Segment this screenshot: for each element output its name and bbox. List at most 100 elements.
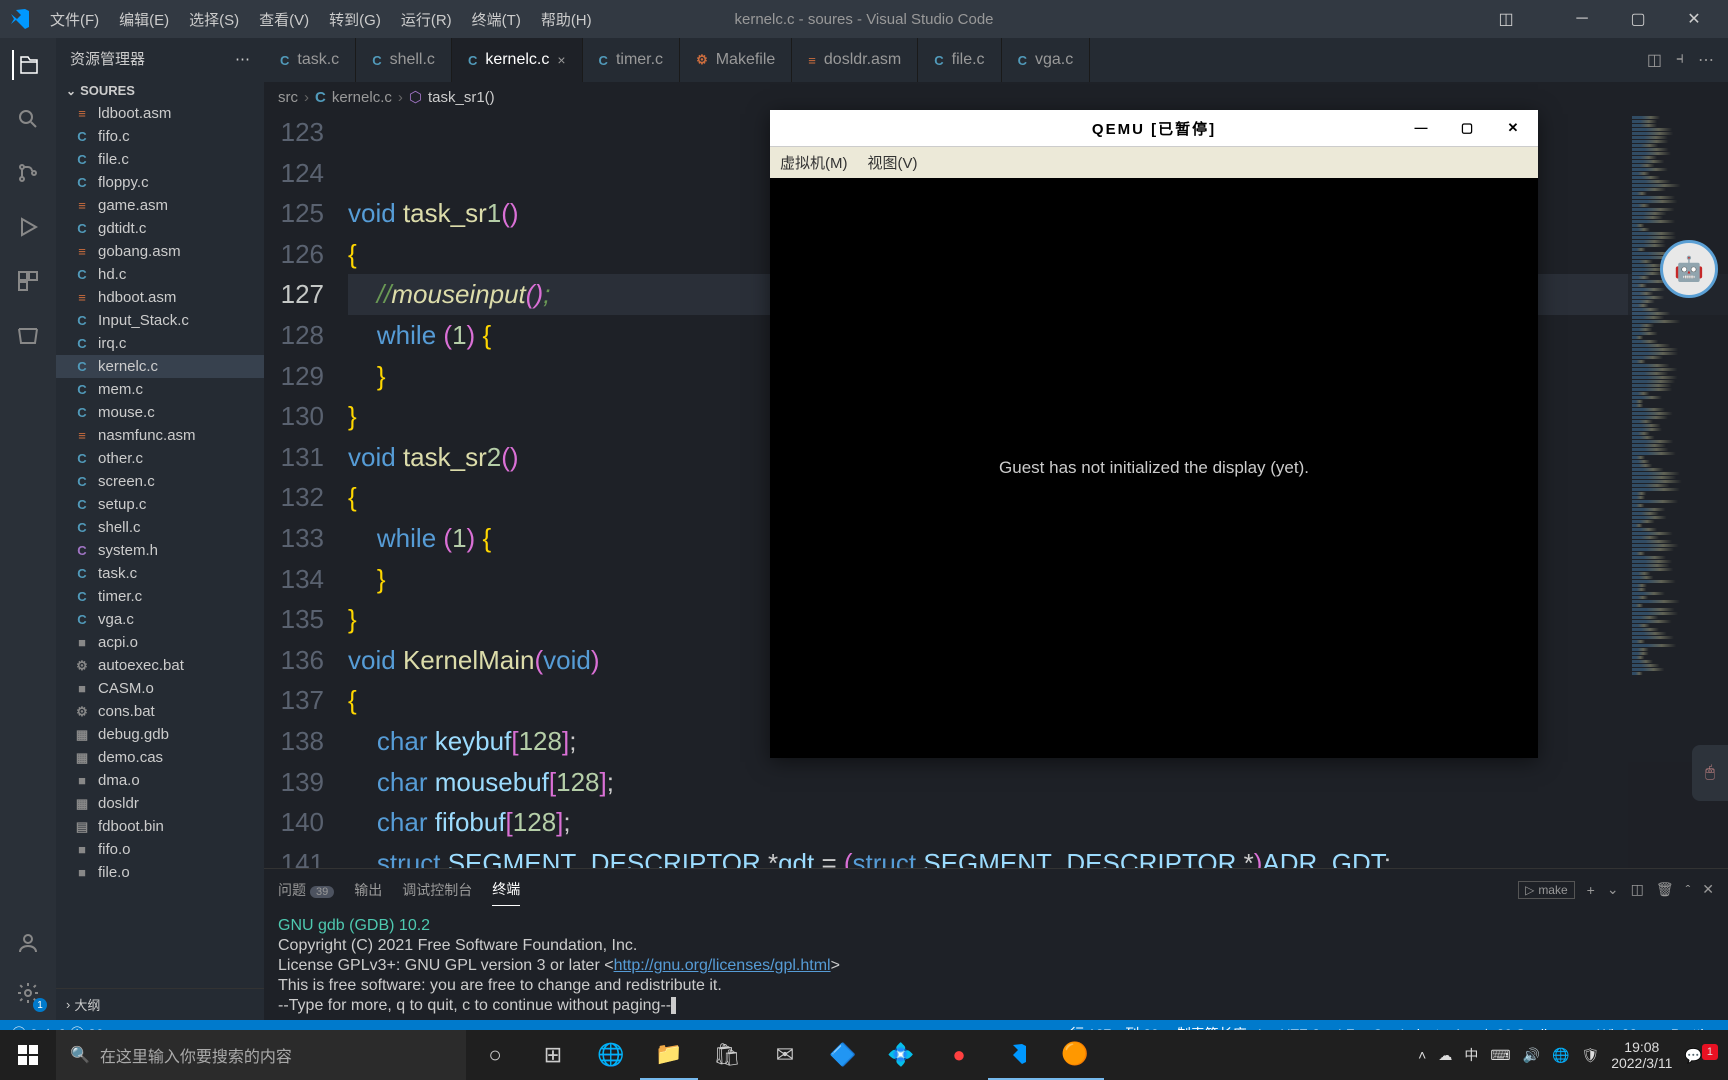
record-icon[interactable]: ● (930, 1030, 988, 1080)
folder-section[interactable]: SOURES (56, 79, 264, 102)
app2-icon[interactable]: 💠 (872, 1030, 930, 1080)
start-button[interactable] (0, 1030, 56, 1080)
menu-help[interactable]: 帮助(H) (531, 9, 602, 30)
file-item-mem-c[interactable]: Cmem.c (56, 378, 264, 401)
file-item-timer-c[interactable]: Ctimer.c (56, 585, 264, 608)
tab-timer-c[interactable]: Ctimer.c (583, 38, 681, 82)
editor-compare-icon[interactable]: ◫ (1647, 50, 1662, 70)
file-item-file-o[interactable]: ■file.o (56, 861, 264, 884)
maximize-button[interactable]: ▢ (1616, 9, 1660, 29)
minimize-button[interactable]: ─ (1560, 10, 1604, 28)
tab-kernelc-c[interactable]: Ckernelc.c× (452, 38, 583, 82)
sidebar-more-icon[interactable]: ⋯ (235, 50, 250, 68)
tab-vga-c[interactable]: Cvga.c (1002, 38, 1091, 82)
file-item-gobang-asm[interactable]: ≡gobang.asm (56, 240, 264, 263)
tray-ime[interactable]: 中 (1464, 1045, 1478, 1065)
tab-dosldr-asm[interactable]: ≡dosldr.asm (792, 38, 918, 82)
menu-file[interactable]: 文件(F) (40, 9, 109, 30)
qemu-minimize-button[interactable]: — (1404, 120, 1440, 136)
menu-select[interactable]: 选择(S) (179, 9, 249, 30)
explorer-icon[interactable] (12, 50, 42, 80)
qemu-menu-machine[interactable]: 虚拟机(M) (780, 152, 848, 173)
tray-security-icon[interactable]: 🛡 (1581, 1047, 1599, 1064)
file-item-floppy-c[interactable]: Cfloppy.c (56, 171, 264, 194)
file-item-autoexec-bat[interactable]: ⚙autoexec.bat (56, 654, 264, 677)
file-item-task-c[interactable]: Ctask.c (56, 562, 264, 585)
file-item-dosldr[interactable]: ▦dosldr (56, 792, 264, 815)
panel-tab-problems[interactable]: 问题39 (278, 874, 334, 906)
file-item-ldboot-asm[interactable]: ≡ldboot.asm (56, 102, 264, 125)
tab-task-c[interactable]: Ctask.c (264, 38, 356, 82)
breadcrumb-file[interactable]: kernelc.c (332, 89, 392, 106)
qemu-close-button[interactable]: ✕ (1496, 120, 1532, 136)
file-item-kernelc-c[interactable]: Ckernelc.c (56, 355, 264, 378)
qemu-maximize-button[interactable]: ▢ (1450, 120, 1486, 136)
file-item-cons-bat[interactable]: ⚙cons.bat (56, 700, 264, 723)
panel-close-icon[interactable]: ✕ (1702, 881, 1714, 898)
tray-input-icon[interactable]: ⌨ (1490, 1047, 1510, 1064)
file-item-acpi-o[interactable]: ■acpi.o (56, 631, 264, 654)
edge-icon[interactable]: 🌐 (582, 1030, 640, 1080)
qemu-display[interactable]: Guest has not initialized the display (y… (770, 178, 1538, 758)
taskview-icon[interactable]: ⊞ (524, 1030, 582, 1080)
search-icon[interactable] (13, 104, 43, 134)
file-item-fifo-c[interactable]: Cfifo.c (56, 125, 264, 148)
source-control-icon[interactable] (13, 158, 43, 188)
file-item-demo-cas[interactable]: ▦demo.cas (56, 746, 264, 769)
file-item-mouse-c[interactable]: Cmouse.c (56, 401, 264, 424)
file-item-hdboot-asm[interactable]: ≡hdboot.asm (56, 286, 264, 309)
tab-file-c[interactable]: Cfile.c (918, 38, 1001, 82)
side-widget-icon[interactable]: 🖱 (1692, 745, 1728, 801)
file-item-dma-o[interactable]: ■dma.o (56, 769, 264, 792)
file-item-shell-c[interactable]: Cshell.c (56, 516, 264, 539)
panel-tab-output[interactable]: 输出 (354, 874, 382, 906)
layout-icon[interactable]: ◫ (1484, 9, 1528, 29)
panel-maximize-icon[interactable]: ˆ (1686, 882, 1691, 898)
terminal-split-icon[interactable]: ◫ (1631, 881, 1644, 898)
qemu-titlebar[interactable]: QEMU [已暂停] — ▢ ✕ (770, 110, 1538, 146)
file-item-gdtidt-c[interactable]: Cgdtidt.c (56, 217, 264, 240)
explorer-app-icon[interactable]: 📁 (640, 1030, 698, 1080)
qemu-app-icon[interactable]: 🟠 (1046, 1030, 1104, 1080)
cortana-icon[interactable]: ○ (466, 1030, 524, 1080)
account-icon[interactable] (13, 928, 43, 958)
tray-volume-icon[interactable]: 🔊 (1523, 1047, 1540, 1064)
avatar-bubble[interactable]: 🤖 (1660, 240, 1718, 298)
menu-view[interactable]: 查看(V) (249, 9, 319, 30)
menu-terminal[interactable]: 终端(T) (462, 9, 531, 30)
file-item-screen-c[interactable]: Cscreen.c (56, 470, 264, 493)
taskbar-search[interactable]: 🔍 在这里输入你要搜索的内容 (56, 1030, 466, 1080)
close-button[interactable]: ✕ (1672, 9, 1716, 29)
terminal[interactable]: GNU gdb (GDB) 10.2Copyright (C) 2021 Fre… (264, 910, 1728, 1020)
files-icon[interactable] (13, 320, 43, 350)
tray-chevron-icon[interactable]: ˄ (1418, 1047, 1426, 1063)
panel-tab-terminal[interactable]: 终端 (492, 873, 520, 906)
file-item-file-c[interactable]: Cfile.c (56, 148, 264, 171)
file-item-setup-c[interactable]: Csetup.c (56, 493, 264, 516)
panel-tab-debug[interactable]: 调试控制台 (402, 874, 472, 906)
file-item-vga-c[interactable]: Cvga.c (56, 608, 264, 631)
terminal-new-icon[interactable]: + (1587, 882, 1595, 898)
file-item-fdboot-bin[interactable]: ▤fdboot.bin (56, 815, 264, 838)
menu-run[interactable]: 运行(R) (391, 9, 462, 30)
terminal-trash-icon[interactable]: 🗑 (1656, 881, 1674, 898)
file-item-debug-gdb[interactable]: ▦debug.gdb (56, 723, 264, 746)
qemu-window[interactable]: QEMU [已暂停] — ▢ ✕ 虚拟机(M) 视图(V) Guest has … (770, 110, 1538, 758)
qemu-menu-view[interactable]: 视图(V) (868, 152, 918, 173)
breadcrumb[interactable]: src › C kernelc.c › ⬡ task_sr1() (264, 82, 1728, 112)
tray-notifications-icon[interactable]: 💬1 (1684, 1046, 1718, 1065)
mail-icon[interactable]: ✉ (756, 1030, 814, 1080)
vscode-app-icon[interactable] (988, 1030, 1046, 1080)
file-item-game-asm[interactable]: ≡game.asm (56, 194, 264, 217)
extensions-icon[interactable] (13, 266, 43, 296)
terminal-dropdown-icon[interactable]: ⌄ (1607, 881, 1619, 898)
file-item-system-h[interactable]: Csystem.h (56, 539, 264, 562)
store-icon[interactable]: 🛍 (698, 1030, 756, 1080)
menu-edit[interactable]: 编辑(E) (109, 9, 179, 30)
terminal-task[interactable]: ▷ make (1518, 881, 1575, 899)
editor-more-icon[interactable]: ⋯ (1698, 50, 1714, 70)
tray-network-icon[interactable]: 🌐 (1552, 1047, 1569, 1064)
settings-icon[interactable] (13, 978, 43, 1008)
app1-icon[interactable]: 🔷 (814, 1030, 872, 1080)
file-item-fifo-o[interactable]: ■fifo.o (56, 838, 264, 861)
